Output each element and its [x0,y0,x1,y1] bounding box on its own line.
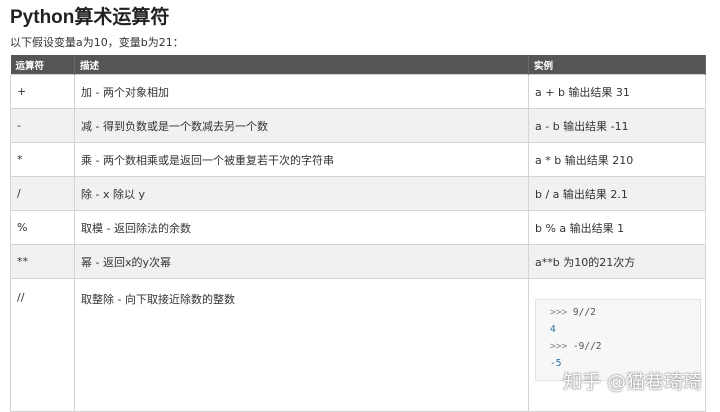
example-cell: a - b 输出结果 -11 [528,108,706,143]
code-line: >>> -9//2 [550,341,602,352]
intro-text: 以下假设变量a为10，变量b为21： [10,36,184,49]
operator-cell: + [10,74,75,109]
operator-cell: - [10,108,75,143]
example-cell: a + b 输出结果 31 [528,74,706,109]
page-title: Python算术运算符 [10,7,170,28]
description-cell: 乘 - 两个数相乘或是返回一个被重复若干次的字符串 [74,142,529,177]
operator-cell: * [10,142,75,177]
code-output: -5 [550,358,562,369]
example-cell: a**b 为10的21次方 [528,244,706,279]
operators-table: 运算符 描述 实例 + 加 - 两个对象相加 a + b 输出结果 31 - 减… [10,55,706,412]
table-row: * 乘 - 两个数相乘或是返回一个被重复若干次的字符串 a * b 输出结果 2… [10,142,706,177]
code-output: 4 [550,324,556,335]
code-input: -9//2 [572,341,602,352]
description-cell: 除 - x 除以 y [74,176,529,211]
header-operator: 运算符 [10,55,75,75]
description-cell: 幂 - 返回x的y次幂 [74,244,529,279]
example-cell: a * b 输出结果 210 [528,142,706,177]
table-row: + 加 - 两个对象相加 a + b 输出结果 31 [10,74,706,109]
example-cell: b % a 输出结果 1 [528,210,706,245]
description-cell: 取模 - 返回除法的余数 [74,210,529,245]
code-line: >>> 9//2 [550,307,596,318]
description-cell: 取整除 - 向下取接近除数的整数 [74,278,529,412]
table-header-row: 运算符 描述 实例 [10,55,706,75]
table-row: / 除 - x 除以 y b / a 输出结果 2.1 [10,176,706,211]
code-prompt: >>> [550,341,568,352]
table-row: ** 幂 - 返回x的y次幂 a**b 为10的21次方 [10,244,706,279]
header-description: 描述 [74,55,529,75]
description-cell: 加 - 两个对象相加 [74,74,529,109]
operator-cell: / [10,176,75,211]
table-row: % 取模 - 返回除法的余数 b % a 输出结果 1 [10,210,706,245]
table-row: - 减 - 得到负数或是一个数减去另一个数 a - b 输出结果 -11 [10,108,706,143]
header-example: 实例 [528,55,706,75]
example-cell: >>> 9//2 4 >>> -9//2 -5 [528,278,706,412]
code-example-box: >>> 9//2 4 >>> -9//2 -5 [535,299,701,381]
code-prompt: >>> [550,307,568,318]
description-cell: 减 - 得到负数或是一个数减去另一个数 [74,108,529,143]
table-row: // 取整除 - 向下取接近除数的整数 >>> 9//2 4 >>> -9//2… [10,278,706,412]
example-cell: b / a 输出结果 2.1 [528,176,706,211]
operator-cell: // [10,278,75,412]
operator-cell: ** [10,244,75,279]
operator-cell: % [10,210,75,245]
code-input: 9//2 [572,307,596,318]
